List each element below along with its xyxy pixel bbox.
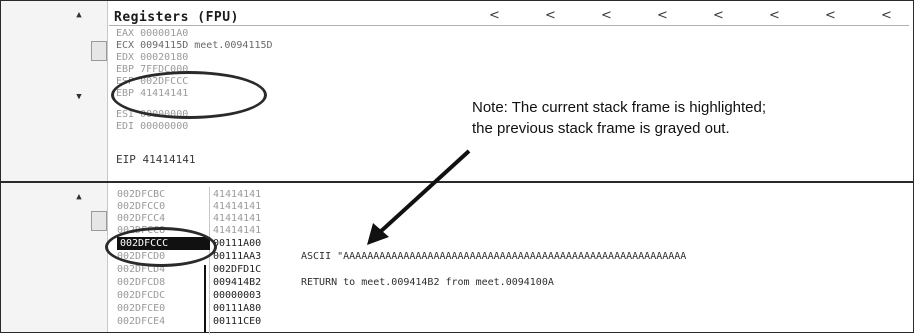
annotation-arrow bbox=[367, 149, 471, 245]
debugger-window: ▲ ▼ Registers (FPU) < < < < < < < < EAX … bbox=[0, 0, 914, 334]
